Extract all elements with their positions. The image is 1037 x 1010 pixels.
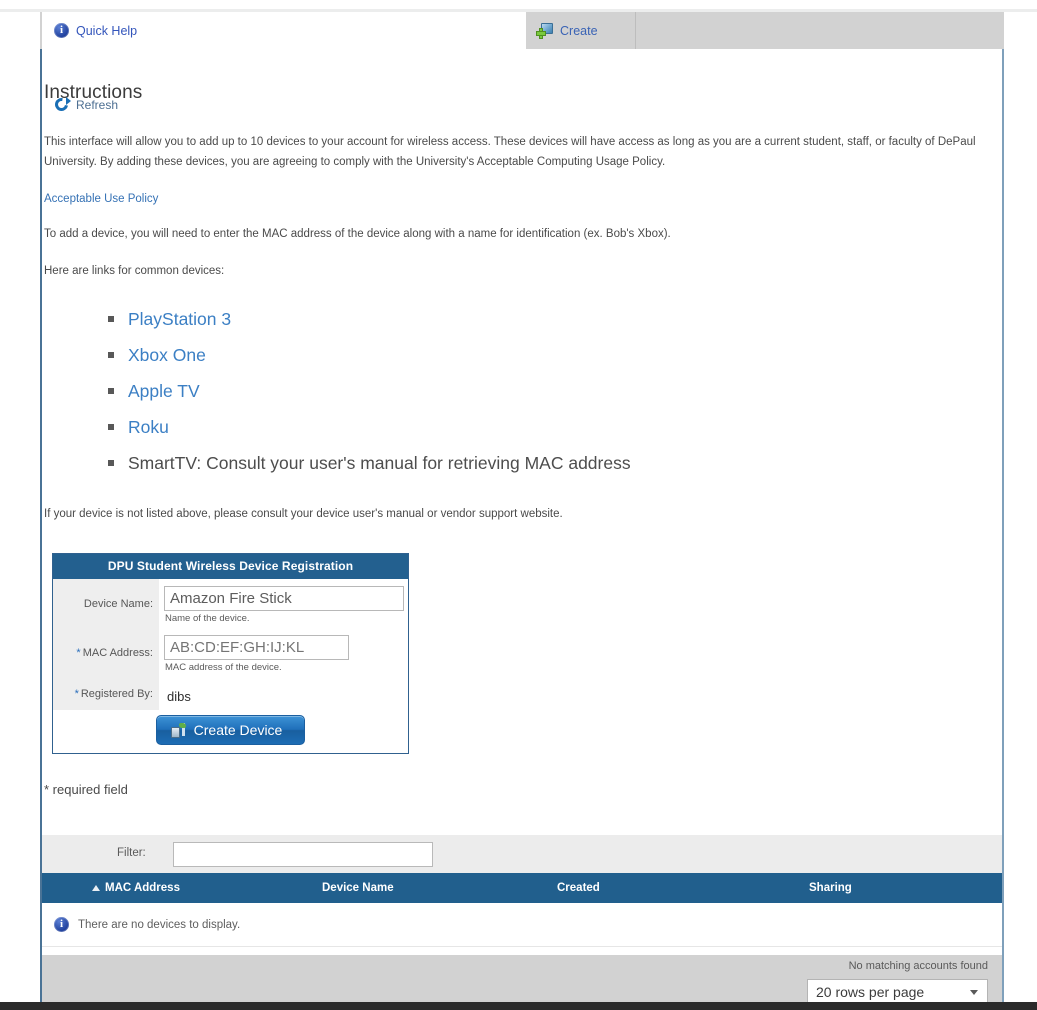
window-bottom-bar [0, 1002, 1037, 1010]
registered-by-label-text: Registered By: [80, 687, 153, 700]
list-item[interactable]: Roku [102, 409, 802, 445]
chevron-down-icon [970, 989, 978, 995]
sort-ascending-icon [92, 884, 100, 891]
page-right-margin [1004, 12, 1037, 1002]
mac-address-label-text: MAC Address: [82, 646, 153, 659]
refresh-button[interactable]: Refresh [52, 95, 119, 114]
device-link-label: Roku [128, 417, 169, 437]
rows-per-page-value: 20 rows per page [816, 984, 925, 1000]
intro-paragraph: This interface will allow you to add up … [44, 136, 976, 168]
table-empty-row: i There are no devices to display. [42, 903, 1002, 947]
registered-by-value: dibs [167, 689, 191, 704]
device-registration-form: DPU Student Wireless Device Registration… [52, 553, 409, 754]
required-field-note: * required field [44, 782, 128, 797]
device-name-label: Device Name: [53, 579, 159, 628]
tab-create-label: Create [560, 23, 598, 38]
required-asterisk: * [74, 687, 79, 700]
page-left-margin [0, 12, 40, 1002]
create-window-plus-icon [536, 22, 553, 39]
device-name-hint: Name of the device. [165, 613, 250, 624]
mac-address-input[interactable] [164, 635, 349, 660]
devices-table-header: MAC Address Device Name Created Sharing [42, 873, 1002, 903]
column-header-device-name[interactable]: Device Name [322, 873, 394, 903]
column-header-created[interactable]: Created [557, 873, 600, 903]
form-header-title: DPU Student Wireless Device Registration [53, 554, 408, 579]
page-root: i Quick Help Create Instructions This in… [0, 0, 1037, 1010]
required-asterisk: * [76, 646, 81, 659]
acceptable-use-policy-link[interactable]: Acceptable Use Policy [44, 193, 158, 205]
mac-address-hint: MAC address of the device. [165, 662, 282, 673]
refresh-button-label: Refresh [76, 98, 119, 112]
refresh-icon [52, 95, 71, 114]
column-header-mac-address-label: MAC Address [105, 882, 180, 894]
not-listed-note: If your device is not listed above, plea… [44, 508, 563, 520]
column-header-sharing[interactable]: Sharing [809, 873, 852, 903]
form-body: Device Name: Name of the device. * MAC A… [53, 579, 408, 753]
create-device-button-label: Create Device [193, 722, 283, 738]
list-item[interactable]: Apple TV [102, 373, 802, 409]
column-header-mac-address[interactable]: MAC Address [92, 873, 180, 903]
registered-by-field-wrap: dibs [159, 677, 408, 710]
tab-create[interactable]: Create [526, 12, 636, 49]
list-item: SmartTV: Consult your user's manual for … [102, 445, 802, 481]
table-footer: No matching accounts found 20 rows per p… [42, 955, 1002, 1005]
create-device-button[interactable]: Create Device [155, 715, 306, 745]
form-row-registered-by: * Registered By: dibs [53, 677, 408, 710]
create-device-icon [170, 722, 186, 738]
list-item[interactable]: PlayStation 3 [102, 301, 802, 337]
device-link-label: Xbox One [128, 345, 206, 365]
info-icon: i [54, 23, 69, 38]
form-row-mac-address: * MAC Address: MAC address of the device… [53, 628, 408, 677]
device-name-input[interactable] [164, 586, 404, 611]
mac-address-field-wrap: MAC address of the device. [159, 628, 408, 677]
mac-address-label: * MAC Address: [53, 628, 159, 677]
filter-label: Filter: [117, 847, 146, 859]
form-actions: Create Device [53, 710, 408, 753]
add-device-note: To add a device, you will need to enter … [44, 228, 671, 240]
tab-quick-help-label: Quick Help [76, 23, 138, 38]
common-devices-list: PlayStation 3 Xbox One Apple TV Roku Sma… [102, 301, 802, 481]
info-icon: i [54, 917, 69, 932]
device-name-field-wrap: Name of the device. [159, 579, 408, 628]
filter-bar: Filter: [42, 835, 1002, 873]
device-link-label: Apple TV [128, 381, 200, 401]
list-item[interactable]: Xbox One [102, 337, 802, 373]
form-row-device-name: Device Name: Name of the device. [53, 579, 408, 628]
common-devices-intro: Here are links for common devices: [44, 265, 225, 277]
device-note-label: SmartTV: Consult your user's manual for … [128, 453, 631, 473]
tab-quick-help[interactable]: i Quick Help [42, 12, 526, 49]
table-empty-message: There are no devices to display. [78, 918, 241, 931]
registered-by-label: * Registered By: [53, 677, 159, 710]
content-panel: Instructions This interface will allow y… [42, 49, 1002, 1005]
footer-status-text: No matching accounts found [848, 960, 988, 972]
tab-strip: i Quick Help Create [40, 12, 1004, 49]
filter-input[interactable] [173, 842, 433, 867]
device-link-label: PlayStation 3 [128, 309, 232, 329]
